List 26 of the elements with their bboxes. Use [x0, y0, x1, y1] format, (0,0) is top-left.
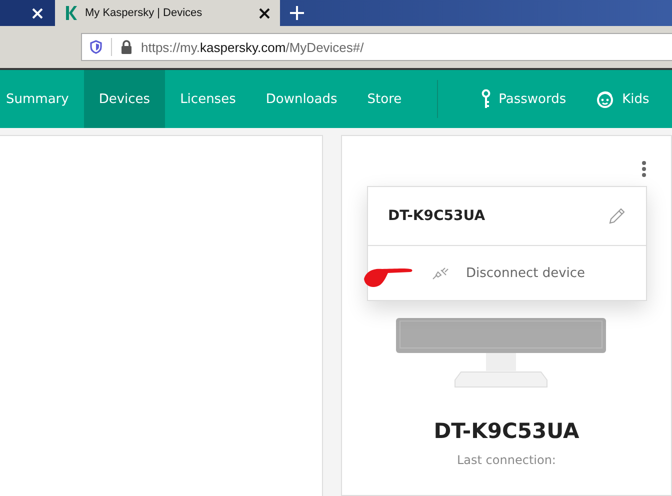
address-bar[interactable]: https://my.kaspersky.com/MyDevices#/	[81, 33, 672, 61]
last-connection-label: Last connection:	[457, 453, 556, 467]
plug-icon	[432, 266, 450, 280]
browser-tab[interactable]: My Kaspersky | Devices	[55, 0, 280, 26]
url-text: https://my.kaspersky.com/MyDevices#/	[141, 40, 364, 54]
nav-tab[interactable]: Licenses	[165, 70, 251, 128]
nav-tab[interactable]: Downloads	[250, 70, 352, 128]
browser-tab[interactable]	[0, 0, 55, 26]
nav-tab[interactable]: Store	[352, 70, 417, 128]
kid-face-icon	[596, 90, 614, 108]
pencil-icon[interactable]	[608, 207, 626, 225]
nav-tab[interactable]: Passwords	[466, 70, 582, 128]
menu-title: DT-K9C53UA	[388, 208, 486, 224]
key-icon	[480, 89, 491, 109]
new-tab-icon[interactable]	[290, 6, 304, 20]
more-icon[interactable]	[641, 160, 647, 178]
shield-icon[interactable]	[90, 40, 102, 54]
nav-tab[interactable]: Devices	[84, 70, 166, 128]
tab-title: My Kaspersky | Devices	[85, 7, 204, 19]
menu-item[interactable]: Disconnect device	[368, 246, 646, 300]
nav-tab[interactable]: Summary	[0, 70, 84, 128]
nav-tab[interactable]: Kids	[581, 70, 664, 128]
lock-icon	[121, 40, 132, 54]
device-name: DT-K9C53UA	[434, 419, 580, 443]
close-icon[interactable]	[259, 8, 270, 18]
k-logo-icon	[65, 6, 77, 20]
